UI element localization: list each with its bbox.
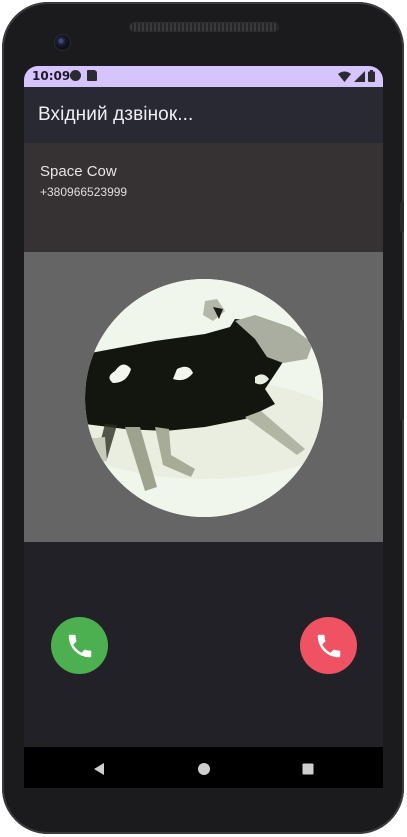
- sim-card-icon: [87, 70, 97, 81]
- front-camera: [55, 35, 70, 50]
- volume-button: [400, 320, 404, 420]
- recents-icon: [302, 763, 314, 775]
- caller-photo-panel: [24, 252, 383, 542]
- call-actions: [24, 542, 383, 747]
- caller-photo: [85, 279, 323, 517]
- phone-accept-icon: [68, 634, 91, 657]
- wifi-icon: [338, 71, 351, 82]
- phone-frame: 10:09 Вхідний дзвінок... Space Cow +3809…: [2, 2, 404, 834]
- caller-info: Space Cow +380966523999: [24, 143, 383, 252]
- home-icon: [198, 763, 210, 775]
- screen: 10:09 Вхідний дзвінок... Space Cow +3809…: [24, 66, 383, 788]
- phone-decline-icon: [317, 634, 340, 657]
- media-notification-icon: [70, 70, 81, 81]
- caller-photo-cow: [85, 279, 323, 517]
- status-time: 10:09: [32, 69, 71, 83]
- battery-icon: [368, 70, 375, 82]
- status-bar: 10:09: [24, 66, 383, 87]
- power-button: [400, 202, 404, 232]
- app-bar: Вхідний дзвінок...: [24, 87, 383, 143]
- cell-signal-icon: [354, 70, 365, 82]
- accept-call-button[interactable]: [51, 617, 108, 674]
- earpiece-speaker: [130, 23, 278, 31]
- back-icon: [94, 763, 104, 775]
- recents-button[interactable]: [298, 759, 318, 779]
- status-icons: [338, 70, 375, 82]
- back-button[interactable]: [89, 759, 109, 779]
- navigation-bar: [24, 747, 383, 788]
- caller-number: +380966523999: [40, 185, 128, 199]
- decline-call-button[interactable]: [300, 617, 357, 674]
- page-title: Вхідний дзвінок...: [38, 104, 194, 125]
- home-button[interactable]: [194, 759, 214, 779]
- caller-name: Space Cow: [40, 163, 117, 180]
